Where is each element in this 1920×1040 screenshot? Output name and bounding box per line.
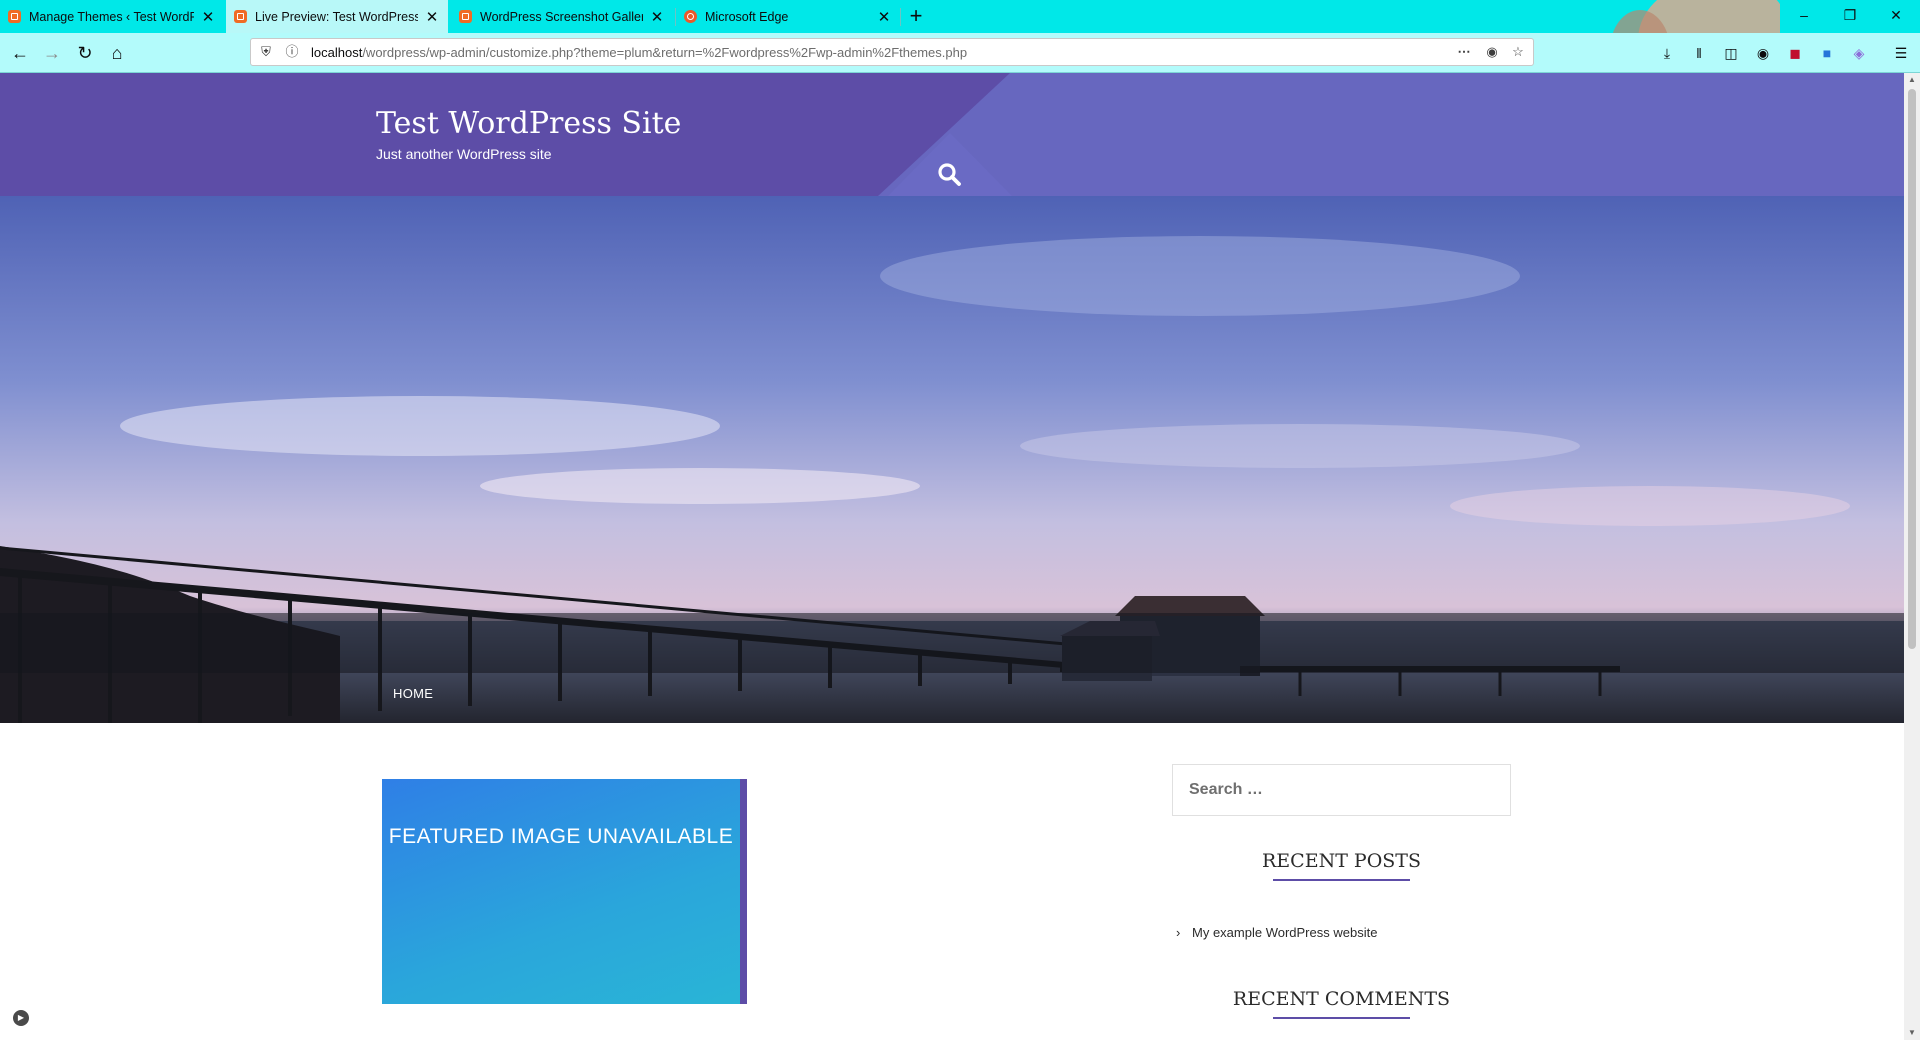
page-scrollbar[interactable]: ▲ ▼: [1904, 73, 1920, 1040]
recent-posts-title: RECENT POSTS: [1262, 850, 1421, 872]
restore-icon[interactable]: ❐: [1827, 0, 1873, 33]
info-icon[interactable]: ⓘ: [283, 43, 301, 61]
tab-screenshot-gallery[interactable]: WordPress Screenshot Gallery ✕: [451, 0, 673, 33]
scrollbar-thumb[interactable]: [1908, 89, 1916, 649]
hamburger-menu-icon[interactable]: ☰: [1890, 42, 1912, 64]
tab-title: Live Preview: Test WordPress Si: [255, 9, 418, 24]
tab-title: Manage Themes ‹ Test WordPr: [29, 9, 194, 24]
wordpress-favicon-icon: [8, 10, 21, 23]
chevron-right-icon: ›: [1176, 925, 1181, 940]
reload-icon[interactable]: ↻: [71, 39, 99, 67]
bookmark-star-icon[interactable]: ☆: [1509, 43, 1527, 61]
home-icon[interactable]: ⌂: [103, 39, 131, 67]
sidebar-search-input[interactable]: Search …: [1172, 764, 1511, 816]
site-header: Test WordPress Site Just another WordPre…: [0, 73, 1904, 196]
tab-microsoft-edge[interactable]: Microsoft Edge ✕: [676, 0, 900, 33]
recent-post-link[interactable]: › My example WordPress website: [1176, 925, 1377, 940]
pocket-icon[interactable]: ◉: [1483, 43, 1501, 61]
library-icon[interactable]: ‖: [1688, 42, 1710, 64]
widget-title-underline: [1273, 1017, 1410, 1019]
url-path: /wordpress/wp-admin/customize.php?theme=…: [362, 45, 968, 60]
minimize-icon[interactable]: –: [1781, 0, 1827, 33]
ublock-icon[interactable]: ◼: [1784, 42, 1806, 64]
forward-arrow-icon[interactable]: →: [38, 39, 66, 67]
browser-toolbar: ← → ↻ ⌂ ⛨ ⓘ localhost/wordpress/wp-admin…: [0, 33, 1920, 73]
account-icon[interactable]: ◉: [1752, 42, 1774, 64]
tab-title: Microsoft Edge: [705, 9, 789, 24]
extension-s-icon[interactable]: ■: [1816, 42, 1838, 64]
scroll-down-arrow-icon[interactable]: ▼: [1904, 1026, 1920, 1040]
address-bar[interactable]: ⛨ ⓘ localhost/wordpress/wp-admin/customi…: [250, 38, 1534, 66]
site-title[interactable]: Test WordPress Site: [376, 106, 681, 141]
close-icon[interactable]: ✕: [200, 8, 216, 26]
play-media-icon[interactable]: ▶: [13, 1010, 29, 1026]
close-icon[interactable]: ✕: [876, 8, 892, 26]
browser-tab-strip: Manage Themes ‹ Test WordPr ✕ Live Previ…: [0, 0, 1920, 74]
tab-live-preview[interactable]: Live Preview: Test WordPress Si ✕: [226, 0, 448, 33]
shield-icon[interactable]: ⛨: [257, 43, 275, 61]
sidebar-icon[interactable]: ◫: [1720, 42, 1742, 64]
tab-title: WordPress Screenshot Gallery: [480, 9, 643, 24]
search-icon[interactable]: [935, 160, 965, 190]
site-tagline: Just another WordPress site: [376, 146, 552, 162]
scroll-up-arrow-icon[interactable]: ▲: [1904, 73, 1920, 87]
close-icon[interactable]: ✕: [649, 8, 665, 26]
wordpress-favicon-icon: [459, 10, 472, 23]
featured-image-placeholder[interactable]: FEATURED IMAGE UNAVAILABLE: [382, 779, 747, 1004]
menu-item-home[interactable]: HOME: [393, 686, 433, 701]
back-arrow-icon[interactable]: ←: [6, 39, 34, 67]
recent-comments-title: RECENT COMMENTS: [1232, 988, 1451, 1010]
wordpress-favicon-icon: [234, 10, 247, 23]
url-text[interactable]: localhost/wordpress/wp-admin/customize.p…: [311, 45, 967, 60]
page-actions-menu-icon[interactable]: ⋯: [1455, 43, 1473, 61]
edge-favicon-icon: [684, 10, 697, 23]
new-tab-plus-icon[interactable]: +: [903, 2, 929, 30]
search-placeholder: Search …: [1189, 781, 1263, 798]
tab-separator: [900, 8, 901, 26]
extension-icon[interactable]: ◈: [1848, 42, 1870, 64]
url-host: localhost: [311, 45, 363, 60]
close-icon[interactable]: ✕: [424, 8, 440, 26]
widget-title-underline: [1273, 879, 1410, 881]
downloads-icon[interactable]: ⤓: [1656, 42, 1678, 64]
main-navigation-bar: [0, 613, 1904, 673]
recent-post-title: My example WordPress website: [1192, 925, 1378, 940]
tab-manage-themes[interactable]: Manage Themes ‹ Test WordPr ✕: [0, 0, 224, 33]
page-viewport: Test WordPress Site Just another WordPre…: [0, 73, 1904, 1040]
close-window-icon[interactable]: ✕: [1873, 0, 1919, 33]
featured-image-label: FEATURED IMAGE UNAVAILABLE: [388, 825, 734, 848]
